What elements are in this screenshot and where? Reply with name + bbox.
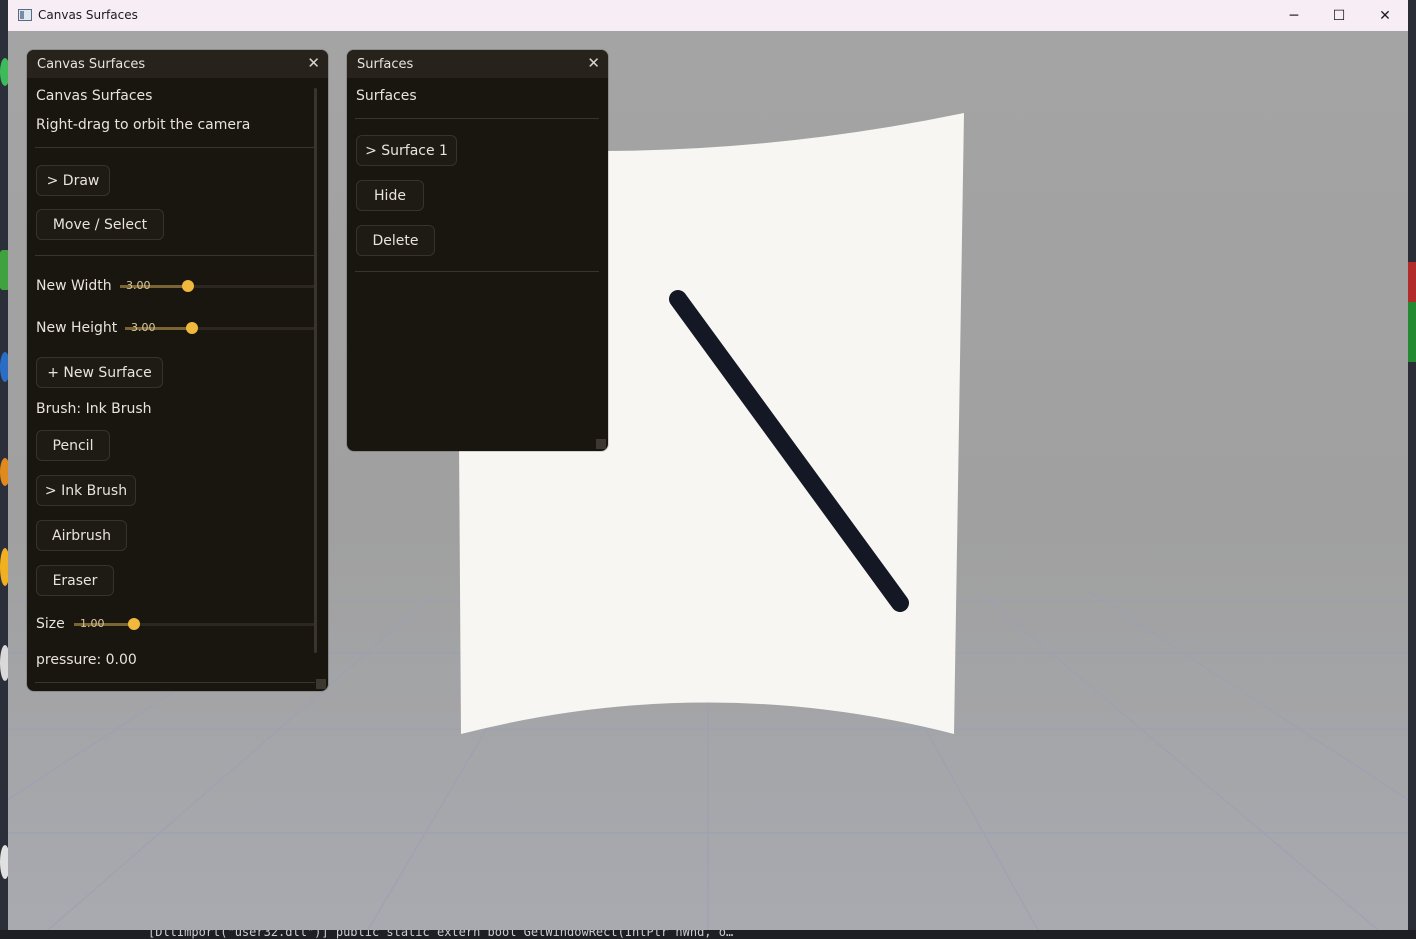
separator xyxy=(35,682,315,683)
window-title: Canvas Surfaces xyxy=(38,8,138,22)
hide-surface-button[interactable]: Hide xyxy=(356,180,424,211)
orbit-hint: Right-drag to orbit the camera xyxy=(36,117,251,133)
eraser-button[interactable]: Eraser xyxy=(36,565,114,596)
pencil-brush-button[interactable]: Pencil xyxy=(36,430,110,461)
desktop-right-edge xyxy=(1408,0,1416,939)
move-select-button[interactable]: Move / Select xyxy=(36,209,164,240)
new-surface-button[interactable]: + New Surface xyxy=(36,357,163,388)
canvas-panel-close-icon[interactable]: ✕ xyxy=(307,54,320,72)
surfaces-panel[interactable]: Surfaces ✕ Surfaces > Surface 1 Hide Del… xyxy=(347,50,608,451)
ink-brush-button[interactable]: > Ink Brush xyxy=(36,475,136,506)
size-slider[interactable] xyxy=(74,623,315,626)
new-height-slider-knob[interactable] xyxy=(185,322,198,334)
canvas-panel-heading: Canvas Surfaces xyxy=(36,88,153,104)
surfaces-panel-close-icon[interactable]: ✕ xyxy=(587,54,600,72)
pressure-readout: pressure: 0.00 xyxy=(36,652,137,668)
separator xyxy=(35,255,315,256)
separator xyxy=(355,271,599,272)
separator xyxy=(35,147,315,148)
new-height-label: New Height xyxy=(36,320,118,336)
size-label: Size xyxy=(36,616,65,632)
size-slider-knob[interactable] xyxy=(128,618,141,630)
new-width-label: New Width xyxy=(36,278,112,294)
separator xyxy=(355,118,599,119)
canvas-panel-scrollbar[interactable] xyxy=(314,88,317,653)
surfaces-panel-resize-grip[interactable] xyxy=(596,439,606,449)
airbrush-button[interactable]: Airbrush xyxy=(36,520,127,551)
new-width-slider-knob[interactable] xyxy=(182,280,195,292)
canvas-panel-title: Canvas Surfaces xyxy=(37,57,146,72)
canvas-panel-resize-grip[interactable] xyxy=(316,679,326,689)
delete-surface-button[interactable]: Delete xyxy=(356,225,435,256)
canvas-panel-header[interactable]: Canvas Surfaces ✕ xyxy=(27,50,328,78)
close-window-button[interactable]: ✕ xyxy=(1362,0,1408,31)
surfaces-panel-heading: Surfaces xyxy=(356,88,417,104)
brush-label: Brush: Ink Brush xyxy=(36,401,152,417)
new-height-value: 3.00 xyxy=(131,321,156,334)
canvas-surfaces-panel[interactable]: Canvas Surfaces ✕ Canvas Surfaces Right-… xyxy=(27,50,328,691)
app-icon xyxy=(18,9,32,21)
minimize-button[interactable]: ─ xyxy=(1271,0,1317,31)
desktop-right-strip xyxy=(1408,302,1416,362)
size-value: 1.00 xyxy=(80,617,105,630)
desktop-right-strip xyxy=(1408,262,1416,302)
surfaces-panel-header[interactable]: Surfaces ✕ xyxy=(347,50,608,78)
title-bar[interactable]: Canvas Surfaces ─ ☐ ✕ xyxy=(8,0,1408,32)
draw-mode-button[interactable]: > Draw xyxy=(36,165,110,196)
maximize-button[interactable]: ☐ xyxy=(1316,0,1362,31)
surface-1-button[interactable]: > Surface 1 xyxy=(356,135,457,166)
app-window: Canvas Surfaces ─ ☐ ✕ Canvas Surfaces ✕ … xyxy=(8,0,1408,930)
new-width-value: 3.00 xyxy=(126,279,151,292)
surfaces-panel-title: Surfaces xyxy=(357,57,414,72)
